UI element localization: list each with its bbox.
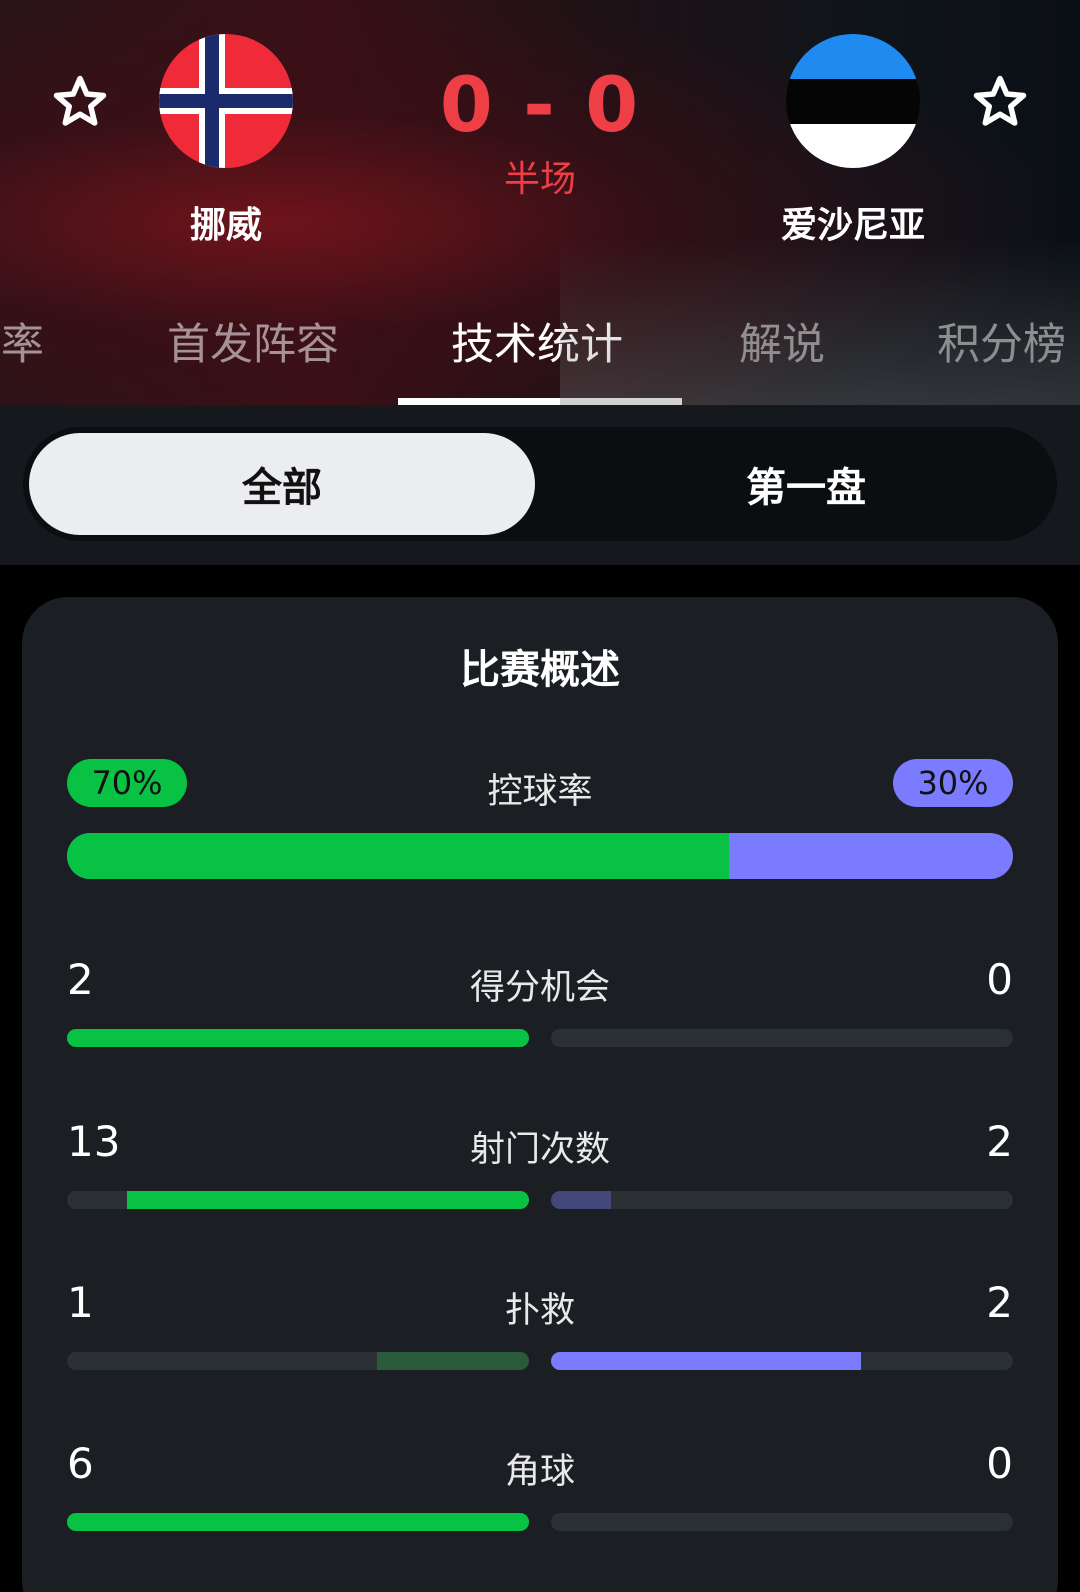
home-stat-bar — [67, 1352, 529, 1370]
match-header: 挪威 0 - 0 半场 爱沙尼亚 赔率 首发阵容 技术统计 解说 积分榜 — [0, 0, 1080, 405]
tab-standings[interactable]: 积分榜 — [937, 310, 1066, 372]
match-period: 半场 — [503, 159, 576, 200]
tab-odds[interactable]: 赔率 — [0, 310, 44, 372]
match-overview-card: 比赛概述 70% 控球率 30% 2 得分机会 0 13 射门次数 2 1 扑救 2 6 角球 0 — [22, 597, 1058, 1592]
away-stat-value: 0 — [986, 955, 1013, 1004]
stat-row: 6 角球 0 — [67, 1439, 1013, 1539]
segmented-control: 全部 第一盘 — [23, 427, 1057, 541]
home-stat-fill — [67, 1029, 529, 1047]
away-stat-fill — [551, 1352, 861, 1370]
home-stat-bar — [67, 1191, 529, 1209]
match-score: 0 - 0 — [439, 60, 641, 149]
home-stat-fill — [127, 1191, 529, 1209]
possession-label: 控球率 — [487, 772, 593, 812]
favorite-home-star-icon[interactable] — [50, 72, 110, 132]
stat-label: 射门次数 — [469, 1130, 610, 1170]
stat-row: 2 得分机会 0 — [67, 955, 1013, 1055]
stat-label: 扑救 — [504, 1291, 575, 1331]
period-filter-bar: 全部 第一盘 — [0, 405, 1080, 565]
stat-label: 得分机会 — [469, 968, 610, 1008]
home-stat-bar — [67, 1029, 529, 1047]
away-team-name[interactable]: 爱沙尼亚 — [703, 196, 1003, 248]
stat-row: 13 射门次数 2 — [67, 1117, 1013, 1217]
away-possession-pill: 30% — [893, 759, 1013, 807]
active-tab-indicator — [398, 398, 682, 405]
stat-label: 角球 — [504, 1452, 575, 1492]
away-stat-bar — [551, 1191, 1013, 1209]
favorite-away-star-icon[interactable] — [970, 72, 1030, 132]
home-stat-bar — [67, 1513, 529, 1531]
stat-row: 1 扑救 2 — [67, 1278, 1013, 1378]
tab-commentary[interactable]: 解说 — [739, 310, 825, 372]
away-stat-bar — [551, 1513, 1013, 1531]
tab-stats[interactable]: 技术统计 — [451, 310, 623, 372]
home-stat-fill — [67, 1513, 529, 1531]
tab-bar: 赔率 首发阵容 技术统计 解说 积分榜 — [0, 310, 1080, 405]
away-stat-bar — [551, 1352, 1013, 1370]
home-stat-fill — [376, 1352, 529, 1370]
possession-bar — [67, 833, 1013, 879]
away-stat-bar — [551, 1029, 1013, 1047]
away-stat-value: 2 — [986, 1117, 1013, 1166]
tab-lineup[interactable]: 首发阵容 — [167, 310, 339, 372]
home-team-name[interactable]: 挪威 — [76, 196, 376, 248]
segment-first-button[interactable]: 第一盘 — [563, 433, 1049, 535]
away-stat-value: 0 — [986, 1439, 1013, 1488]
away-stat-value: 2 — [986, 1278, 1013, 1327]
estonia-flag-icon[interactable] — [786, 34, 920, 168]
away-stat-fill — [551, 1191, 612, 1209]
card-title: 比赛概述 — [460, 647, 620, 693]
norway-flag-icon[interactable] — [159, 34, 293, 168]
home-possession-fill — [67, 833, 730, 879]
segment-all-button[interactable]: 全部 — [29, 433, 535, 535]
